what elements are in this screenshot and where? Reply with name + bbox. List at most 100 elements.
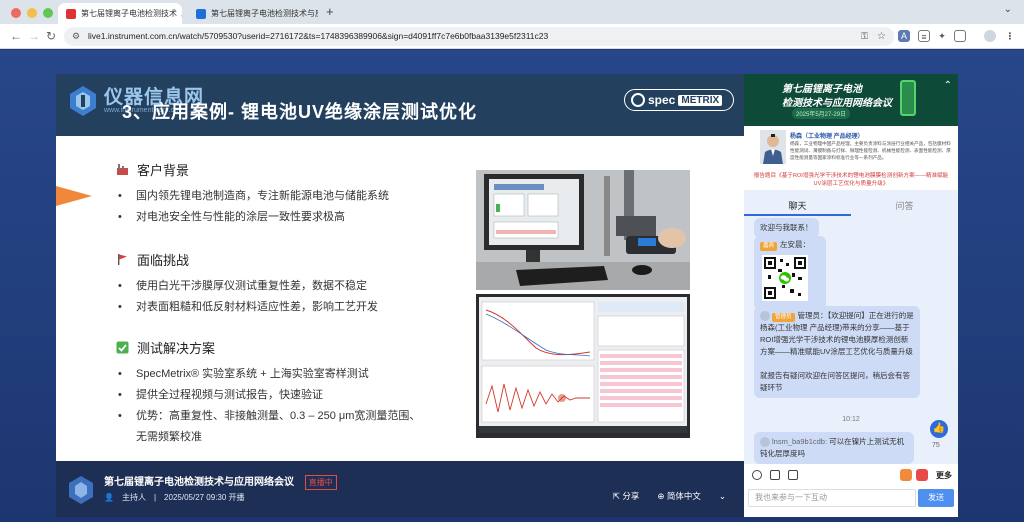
site-settings-icon[interactable]: ⚙ <box>72 27 80 46</box>
forward-icon[interactable]: → <box>28 29 40 43</box>
file-icon[interactable] <box>788 470 798 480</box>
instrument-logo-icon <box>70 86 96 116</box>
red-flag-icon <box>118 254 127 265</box>
message-text: 欢迎与我联系！ <box>760 223 813 232</box>
specmetrix-ring-icon <box>631 93 645 107</box>
maximize-window-button[interactable] <box>43 8 53 18</box>
host-label: 主持人 <box>121 493 146 502</box>
brand-metrix: METRIX <box>678 94 723 106</box>
audio-icon[interactable]: 🔊 <box>181 9 182 18</box>
live-info-bar: 第七届锂离子电池检测技术与应用网络会议 直播中 👤 主持人 | 2025/05/… <box>56 461 744 517</box>
tab-title: 第七届锂离子电池检测技术与应 <box>211 9 318 18</box>
speaker-bio: 杨森，工业物理中国产品经理，主要负责涂料与涂层行业相关产品，包括膜材料性能测试、… <box>790 141 951 160</box>
browser-tab-strip: 第七届锂离子电池检测技术 🔊 ✕ 第七届锂离子电池检测技术与应 ✕ + ⌄ <box>0 0 1024 24</box>
image-icon[interactable] <box>770 470 780 480</box>
share-label: 分享 <box>622 491 640 501</box>
chevron-down-icon[interactable]: ⌄ <box>719 491 726 502</box>
window-controls <box>11 8 53 18</box>
chat-message: 欢迎与我联系！ <box>754 218 819 238</box>
banner-date: 2025年5月27-29日 <box>792 108 851 119</box>
message-user: lnsm_ba9b1cdb: <box>772 437 828 446</box>
close-window-button[interactable] <box>11 8 21 18</box>
share-button[interactable]: ⇱ 分享 <box>613 490 640 502</box>
chat-input[interactable]: 我也来参与一下互动 <box>748 489 916 507</box>
collapse-icon[interactable]: ⌃ <box>944 80 952 91</box>
gift-icon[interactable] <box>900 469 912 481</box>
speaker-avatar <box>760 130 786 164</box>
event-title: 第七届锂离子电池检测技术与应用网络会议 直播中 <box>104 473 337 490</box>
live-badge: 直播中 <box>304 475 337 490</box>
speaker-photo <box>760 130 786 164</box>
banner-line2: 检测技术与应用网络会议 <box>782 98 892 109</box>
bullet-item: 对表面粗糙和低反射材料适应性差，影响工艺开发 <box>116 297 378 318</box>
menu-kebab-icon[interactable]: ⋮ <box>1004 30 1016 42</box>
message-text-2: 就报告有疑问欢迎在问答区提问，稍后会有答疑环节 <box>760 371 910 392</box>
new-tab-button[interactable]: + <box>326 4 334 19</box>
site-favicon-icon <box>196 8 206 19</box>
minimize-window-button[interactable] <box>27 8 37 18</box>
slide-header: 仪器信息网 www.instrument.com.cn 3、应用案例- 锂电池U… <box>56 74 744 136</box>
browser-tab-1[interactable]: 第七届锂离子电池检测技术 🔊 ✕ <box>58 3 182 24</box>
language-label: 简体中文 <box>666 491 701 501</box>
section-solution: 测试解决方案 SpecMetrix® 实验室系统 + 上海实验室寄样测试 提供全… <box>116 338 420 448</box>
banner-line1: 第七届锂离子电池 <box>782 84 862 95</box>
user-avatar <box>760 311 770 322</box>
red-packet-icon[interactable] <box>916 469 928 481</box>
emoji-icon[interactable] <box>752 470 762 480</box>
message-timestamp: 10:12 <box>842 416 860 423</box>
chat-sidebar: 第七届锂离子电池 检测技术与应用网络会议 2025年5月27-29日 ⌃ 杨森（… <box>744 74 958 517</box>
slide-title: 3、应用案例- 锂电池UV绝缘涂层测试优化 <box>122 102 478 122</box>
chat-messages[interactable]: 欢迎与我联系！ 嘉宾 左安晨： 管理员 管理员：【欢迎提问】正在进行的是杨森(工业物… <box>744 216 958 464</box>
software-plot-illustration <box>476 294 690 438</box>
bullet-item: 提供全过程视频与测试报告，快速验证 <box>116 385 420 406</box>
event-meta: 👤 主持人 | 2025/05/27 09:30 开播 <box>104 492 245 503</box>
battery-icon <box>900 80 916 116</box>
bullet-item: 优势：高重复性、非接触测量、0.3 – 250 μm宽测量范围、 <box>116 406 420 427</box>
chat-message-user: lnsm_ba9b1cdb: 可以在镍片上测试无机钝化层厚度吗 <box>754 432 914 464</box>
like-thumbs-up-icon[interactable]: 👍 <box>930 420 948 438</box>
language-select[interactable]: ⊕ 简体中文 <box>657 490 701 502</box>
browser-tab-2[interactable]: 第七届锂离子电池检测技术与应 ✕ <box>188 3 318 24</box>
message-user: 管理员： <box>797 311 828 320</box>
event-logo-icon <box>69 476 93 504</box>
browser-toolbar: ← → ↻ ⚙ live1.instrument.com.cn/watch/57… <box>0 24 1024 49</box>
section-challenges: 面临挑战 使用白光干涉膜厚仪测试重复性差，数据不稳定 对表面粗糙和低反射材料适应… <box>116 250 378 318</box>
tab-chat[interactable]: 聊天 <box>744 198 851 216</box>
like-count: 75 <box>932 442 940 449</box>
bullet-item: 对电池安全性与性能的涂层一致性要求极高 <box>116 207 389 228</box>
message-user: 左安晨： <box>780 240 811 249</box>
profile-avatar[interactable] <box>984 30 996 42</box>
section-heading: 面临挑战 <box>137 253 190 268</box>
start-datetime: 2025/05/27 09:30 开播 <box>164 493 245 502</box>
back-icon[interactable]: ← <box>10 29 22 43</box>
decorative-triangle <box>56 186 92 206</box>
reader-icon[interactable]: ≡ <box>918 30 930 42</box>
report-title: 报告题目《基于ROI增强光学干涉技术的锂电池膜膜检测创新方案——精准赋能UV涂层… <box>753 173 949 187</box>
factory-icon <box>117 164 128 175</box>
more-button[interactable]: 更多 <box>936 470 952 481</box>
sidebar-tabs: 聊天 问答 <box>744 198 958 216</box>
translate-extension-icon[interactable]: A <box>898 30 910 42</box>
wechat-qr-code[interactable] <box>762 255 808 301</box>
password-key-icon[interactable]: ⚿ <box>861 27 868 46</box>
tab-search-icon[interactable]: ⌄ <box>1004 4 1012 15</box>
event-title-text: 第七届锂离子电池检测技术与应用网络会议 <box>104 477 294 488</box>
live-actions: ⇱ 分享 ⊕ 简体中文 ⌄ <box>613 490 726 502</box>
reload-icon[interactable]: ↻ <box>46 29 56 43</box>
lab-equipment-photo <box>476 170 690 290</box>
sidepanel-icon[interactable] <box>954 30 966 42</box>
address-bar[interactable]: ⚙ live1.instrument.com.cn/watch/5709530?… <box>64 27 894 46</box>
bookmark-star-icon[interactable]: ☆ <box>877 27 886 46</box>
section-customer-background: 客户背景 国内领先锂电池制造商，专注新能源电池与储能系统 对电池安全性与性能的涂… <box>116 160 389 228</box>
section-heading: 客户背景 <box>137 163 190 178</box>
tab-qa[interactable]: 问答 <box>851 198 958 216</box>
bullet-continuation: 无需频繁校准 <box>136 431 202 443</box>
send-button[interactable]: 发送 <box>918 489 954 507</box>
bullet-item: 国内领先锂电池制造商，专注新能源电池与储能系统 <box>116 186 389 207</box>
section-heading: 测试解决方案 <box>137 341 216 356</box>
extensions-icon[interactable]: ✦ <box>936 30 948 42</box>
share-icon: ⇱ <box>612 491 620 501</box>
speaker-name: 杨森（工业物理 产品经理） <box>790 134 864 140</box>
test-software-screenshot <box>476 294 690 438</box>
chat-input-area: 更多 我也来参与一下互动 发送 <box>744 464 958 517</box>
